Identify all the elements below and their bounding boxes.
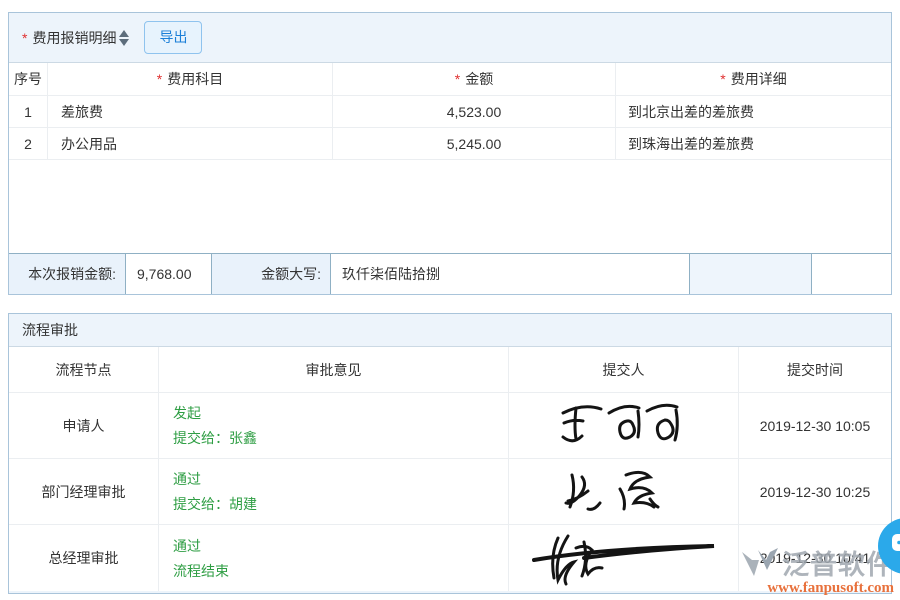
expense-table-header-row: 序号 * 费用科目 * 金额 * 费用详细 bbox=[9, 63, 891, 96]
required-mark: * bbox=[720, 71, 725, 87]
total-amount-label: 本次报销金额: bbox=[9, 254, 126, 294]
summary-row: 本次报销金额: 9,768.00 金额大写: 玖仟柒佰陆拾捌 bbox=[9, 253, 891, 294]
column-header-submitter: 提交人 bbox=[508, 347, 738, 392]
cell-detail: 到北京出差的差旅费 bbox=[615, 96, 891, 127]
amount-in-words-value: 玖仟柒佰陆拾捌 bbox=[331, 254, 690, 294]
total-amount-value: 9,768.00 bbox=[126, 254, 212, 294]
signature-image bbox=[524, 530, 724, 586]
expense-panel-title: 费用报销明细 bbox=[32, 28, 116, 48]
column-header-label: 金额 bbox=[465, 69, 493, 89]
column-header-label: 费用科目 bbox=[167, 69, 223, 89]
signature-image bbox=[549, 399, 699, 453]
amount-in-words-label: 金额大写: bbox=[212, 254, 331, 294]
spinner-down-icon[interactable] bbox=[119, 39, 129, 46]
spinner-up-icon[interactable] bbox=[119, 30, 129, 37]
required-mark: * bbox=[22, 30, 27, 46]
cell-submitter-signature bbox=[508, 393, 738, 458]
cell-no: 2 bbox=[9, 128, 47, 159]
page: * 费用报销明细 导出 序号 * 费用科目 * 金额 bbox=[0, 0, 900, 600]
empty-table-area bbox=[9, 160, 891, 253]
cell-approval-opinion: 通过 提交给：胡建 bbox=[158, 459, 508, 524]
cell-submit-time: 2019-12-30 10:41 bbox=[738, 525, 891, 591]
required-mark: * bbox=[157, 71, 162, 87]
column-header-opinion: 审批意见 bbox=[158, 347, 508, 392]
cell-approval-opinion: 发起 提交给：张鑫 bbox=[158, 393, 508, 458]
cell-flow-node: 申请人 bbox=[9, 393, 158, 458]
column-header-detail: * 费用详细 bbox=[615, 63, 891, 95]
column-header-category: * 费用科目 bbox=[47, 63, 332, 95]
column-header-label: 序号 bbox=[14, 69, 42, 89]
table-row: 部门经理审批 通过 提交给：胡建 2019-12-30 10:25 bbox=[9, 459, 891, 525]
opinion-action: 通过 bbox=[173, 536, 201, 556]
cell-submitter-signature bbox=[508, 459, 738, 524]
cell-submitter-signature bbox=[508, 525, 738, 591]
summary-empty-cell bbox=[690, 254, 812, 294]
opinion-target: 流程结束 bbox=[173, 561, 229, 581]
opinion-target: 提交给：张鑫 bbox=[173, 428, 257, 448]
expense-detail-panel: * 费用报销明细 导出 序号 * 费用科目 * 金额 bbox=[8, 12, 892, 295]
cell-flow-node: 总经理审批 bbox=[9, 525, 158, 591]
column-header-label: 费用详细 bbox=[731, 69, 787, 89]
signature-image bbox=[554, 465, 694, 519]
sort-spinner[interactable] bbox=[119, 30, 129, 46]
cell-flow-node: 部门经理审批 bbox=[9, 459, 158, 524]
cell-category: 办公用品 bbox=[47, 128, 332, 159]
export-button[interactable]: 导出 bbox=[144, 21, 202, 54]
required-mark: * bbox=[455, 71, 460, 87]
approval-table: 流程节点 审批意见 提交人 提交时间 申请人 发起 提交给：张鑫 bbox=[9, 346, 891, 591]
table-row: 总经理审批 通过 流程结束 2019-12-30 10:41 bbox=[9, 525, 891, 591]
approval-table-header-row: 流程节点 审批意见 提交人 提交时间 bbox=[9, 347, 891, 393]
cell-category: 差旅费 bbox=[47, 96, 332, 127]
opinion-action: 发起 bbox=[173, 403, 201, 423]
chat-bubble-icon bbox=[891, 532, 900, 560]
approval-flow-panel: 流程审批 流程节点 审批意见 提交人 提交时间 申请人 发起 提交给：张鑫 bbox=[8, 313, 892, 594]
approval-panel-title: 流程审批 bbox=[22, 320, 78, 340]
cell-approval-opinion: 通过 流程结束 bbox=[158, 525, 508, 591]
column-header-no: 序号 bbox=[9, 63, 47, 95]
cell-submit-time: 2019-12-30 10:05 bbox=[738, 393, 891, 458]
summary-empty-cell bbox=[812, 254, 891, 294]
opinion-action: 通过 bbox=[173, 469, 201, 489]
opinion-target: 提交给：胡建 bbox=[173, 494, 257, 514]
table-row[interactable]: 1 差旅费 4,523.00 到北京出差的差旅费 bbox=[9, 96, 891, 128]
expense-table: 序号 * 费用科目 * 金额 * 费用详细 1 差旅费 4,523.00 bbox=[9, 62, 891, 253]
approval-panel-titlebar: 流程审批 bbox=[9, 314, 891, 346]
column-header-node: 流程节点 bbox=[9, 347, 158, 392]
cell-no: 1 bbox=[9, 96, 47, 127]
cell-amount: 4,523.00 bbox=[332, 96, 615, 127]
column-header-amount: * 金额 bbox=[332, 63, 615, 95]
column-header-time: 提交时间 bbox=[738, 347, 891, 392]
table-row: 申请人 发起 提交给：张鑫 2019-12-30 10:05 bbox=[9, 393, 891, 459]
cell-amount: 5,245.00 bbox=[332, 128, 615, 159]
cell-submit-time: 2019-12-30 10:25 bbox=[738, 459, 891, 524]
expense-toolbar: * 费用报销明细 导出 bbox=[9, 13, 891, 62]
cell-detail: 到珠海出差的差旅费 bbox=[615, 128, 891, 159]
table-row[interactable]: 2 办公用品 5,245.00 到珠海出差的差旅费 bbox=[9, 128, 891, 160]
